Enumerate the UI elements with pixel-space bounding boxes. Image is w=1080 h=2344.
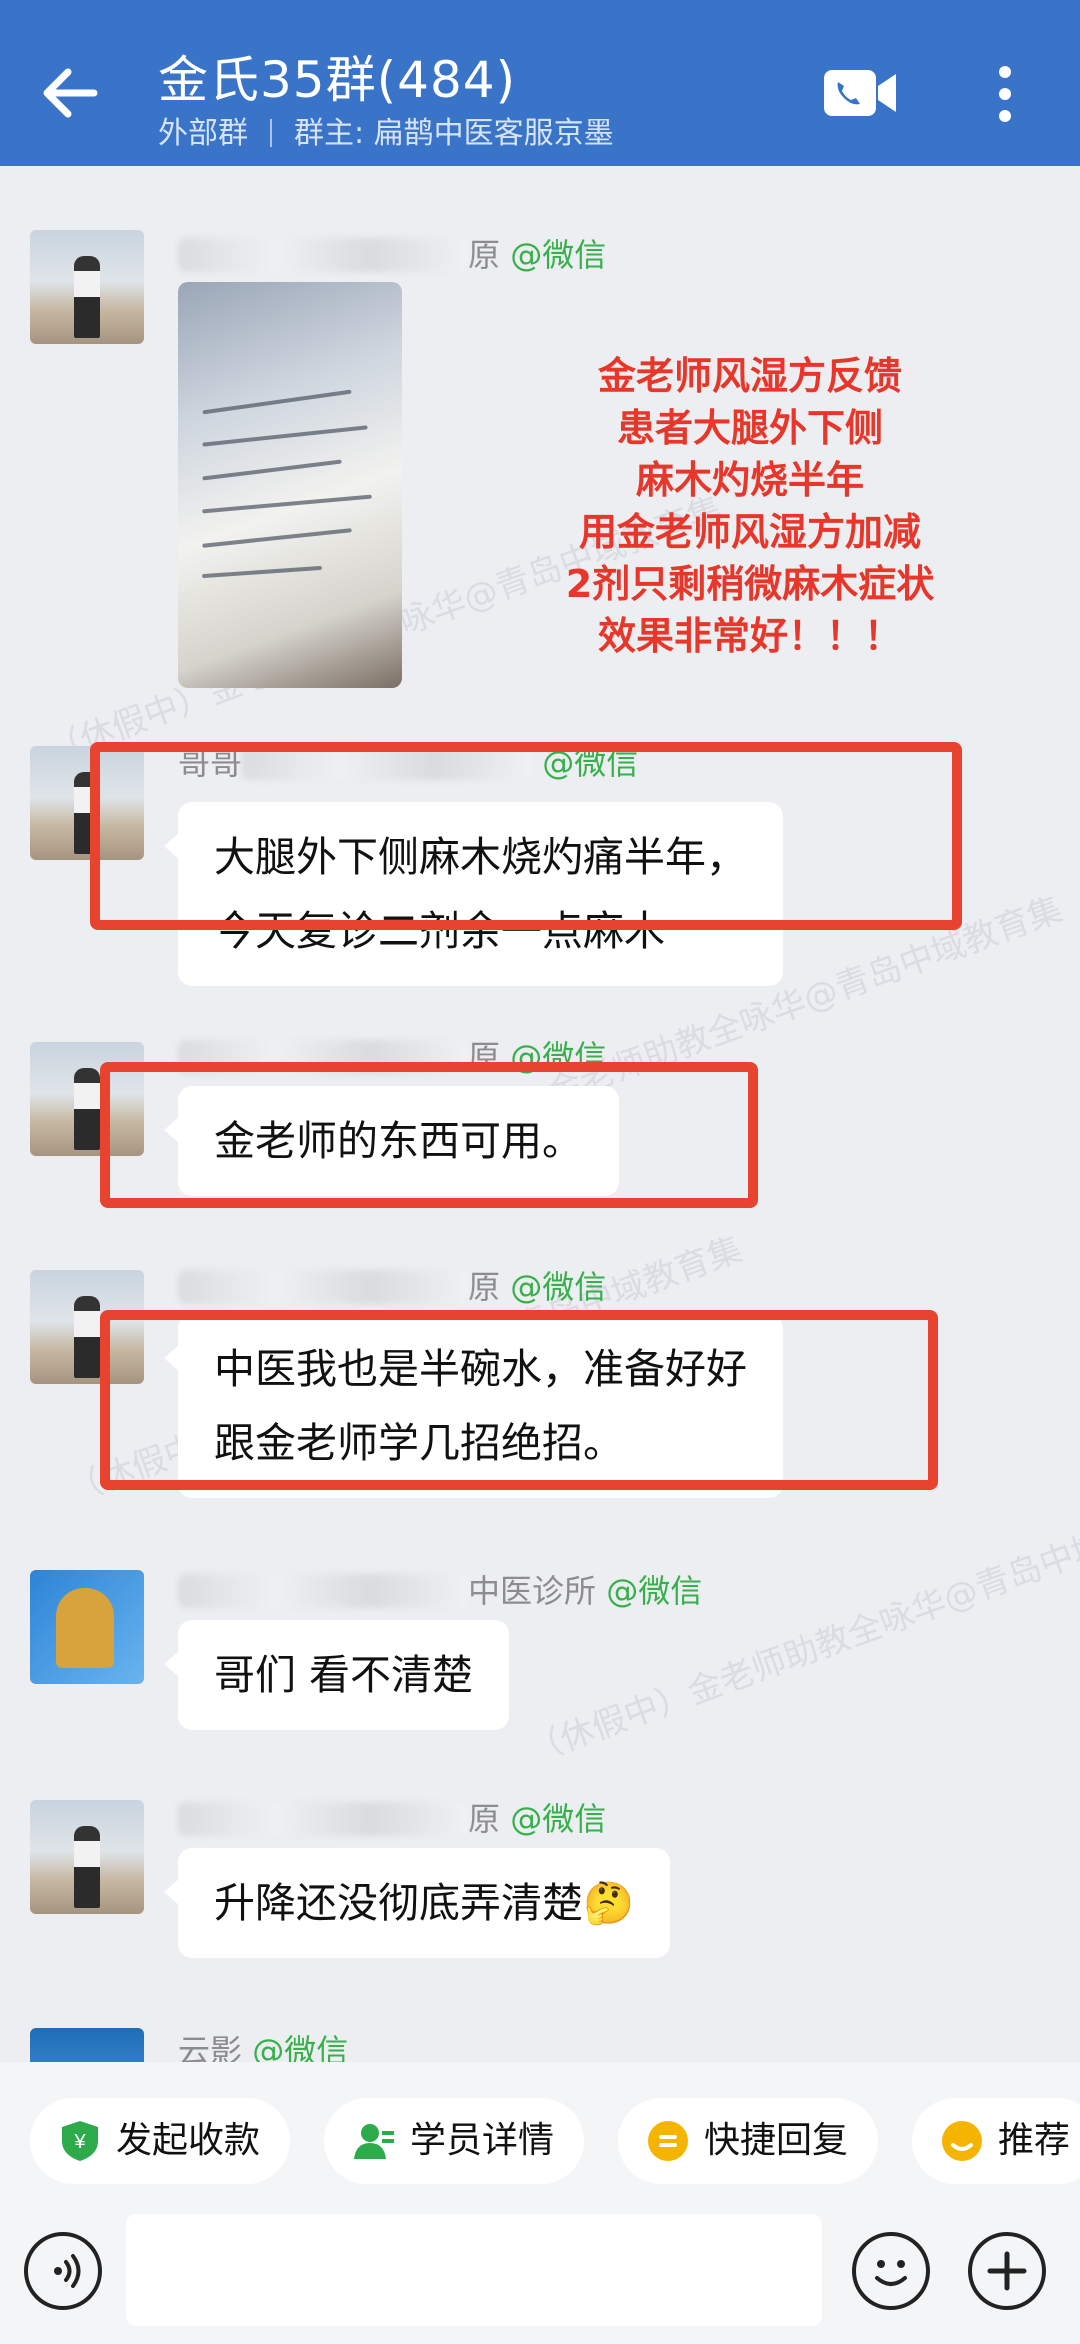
emoji-icon[interactable] xyxy=(852,2232,930,2310)
recommend-button[interactable]: 推荐 xyxy=(912,2098,1080,2184)
image-message[interactable] xyxy=(178,282,402,688)
student-details-button[interactable]: 学员详情 xyxy=(324,2098,585,2184)
annotation-line: 麻木灼烧半年 xyxy=(635,458,864,502)
svg-text:¥: ¥ xyxy=(73,2131,86,2153)
quick-reply-icon xyxy=(648,2121,688,2161)
sender-name: 云影 @微信 xyxy=(178,2032,349,2062)
annotation-line: 患者大腿外下侧 xyxy=(616,406,883,450)
chip-label: 学员详情 xyxy=(410,2120,555,2161)
more-options-icon[interactable] xyxy=(990,62,1020,126)
chip-label: 发起收款 xyxy=(116,2120,261,2161)
chip-label: 快捷回复 xyxy=(704,2120,849,2161)
group-subtitle: 外部群 群主: 扁鹊中医客服京墨 xyxy=(158,108,614,152)
student-profile-icon xyxy=(354,2124,394,2159)
quick-actions-bar[interactable]: ¥ 发起收款 学员详情 快捷回复 推荐 xyxy=(0,2062,1080,2212)
chip-label: 推荐 xyxy=(998,2120,1071,2161)
annotation-line: 2剂只剩稍微麻木症状 xyxy=(565,562,935,606)
payment-shield-icon: ¥ xyxy=(62,2121,98,2161)
avatar[interactable] xyxy=(30,230,144,344)
message-text-line: 哥们 看不清楚 xyxy=(214,1651,474,1699)
avatar[interactable] xyxy=(30,1800,144,1914)
voice-input-icon[interactable] xyxy=(24,2232,102,2310)
group-type-label: 外部群 xyxy=(158,116,248,151)
highlight-box xyxy=(100,1310,938,1490)
chat-messages-area[interactable]: （休假中）金老师助教全咏华@青岛中域教育集 （休假中）金老师助教全咏华@青岛中域… xyxy=(0,166,1080,2062)
highlight-box xyxy=(90,742,962,930)
quick-reply-button[interactable]: 快捷回复 xyxy=(618,2098,879,2184)
chat-header: 金氏35群(484) 外部群 群主: 扁鹊中医客服京墨 xyxy=(0,0,1080,166)
subtitle-divider xyxy=(270,119,272,147)
start-payment-button[interactable]: ¥ 发起收款 xyxy=(30,2098,291,2184)
sender-name: 中医诊所 @微信 xyxy=(178,1566,702,1612)
sender-name: 原 @微信 xyxy=(178,1262,606,1308)
message-input[interactable] xyxy=(126,2214,822,2326)
avatar[interactable] xyxy=(30,1570,144,1684)
sender-name: 原 @微信 xyxy=(178,1794,606,1840)
video-call-icon[interactable] xyxy=(822,66,898,122)
message-input-bar xyxy=(0,2212,1080,2344)
text-message-bubble[interactable]: 升降还没彻底弄清楚🤔 xyxy=(163,1848,671,1958)
watermark: （休假中）金老师助教全咏华@青岛中域教育集 xyxy=(522,1489,1080,1772)
sender-name: 原 @微信 xyxy=(178,230,606,276)
avatar[interactable] xyxy=(30,2028,144,2062)
annotation-line: 金老师风湿方反馈 xyxy=(597,354,902,398)
annotation-line: 效果非常好！！！ xyxy=(597,614,902,658)
annotation-line: 用金老师风湿方加减 xyxy=(578,510,921,554)
feedback-annotation: 金老师风湿方反馈 患者大腿外下侧 麻木灼烧半年 用金老师风湿方加减 2剂只剩稍微… xyxy=(470,350,1030,662)
recommend-icon xyxy=(942,2121,982,2161)
highlight-box xyxy=(100,1062,758,1208)
text-message-bubble[interactable]: 哥们 看不清楚 xyxy=(163,1620,510,1730)
more-attachments-icon[interactable] xyxy=(968,2232,1046,2310)
group-title: 金氏35群(484) xyxy=(158,51,517,109)
message-text-line: 升降还没彻底弄清楚🤔 xyxy=(214,1879,635,1927)
back-arrow-icon[interactable] xyxy=(36,58,106,128)
group-owner-label: 群主: 扁鹊中医客服京墨 xyxy=(294,116,614,151)
